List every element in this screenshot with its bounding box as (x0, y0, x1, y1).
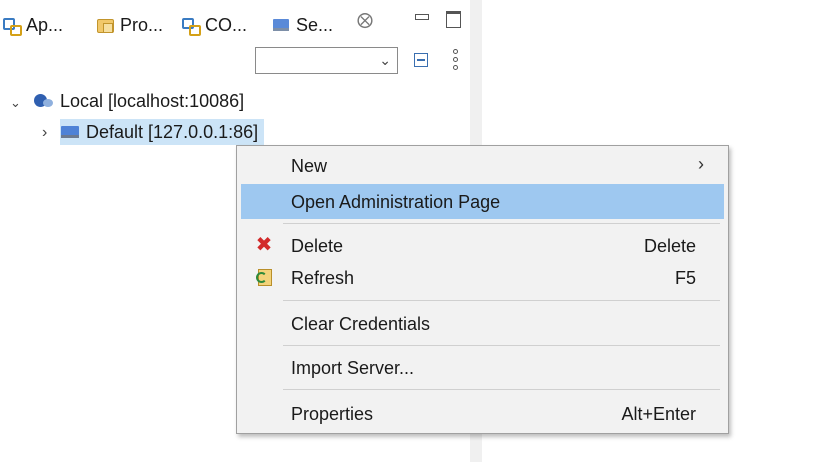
tree-item-label: Local [localhost:10086] (60, 90, 245, 111)
context-menu: New › Open Administration Page ✖ Delete … (236, 145, 729, 434)
menu-item-accelerator: Delete (643, 236, 696, 256)
menu-item-new[interactable]: New › (241, 148, 724, 183)
chevron-right-icon: › (698, 154, 704, 174)
tree-item-label: Default [127.0.0.1:86] (86, 121, 259, 142)
refresh-icon (255, 268, 273, 286)
menu-item-properties[interactable]: Properties Alt+Enter (241, 396, 724, 431)
close-icon[interactable]: ⨂ (357, 10, 373, 30)
menu-separator (283, 223, 720, 224)
menu-item-label: Open Administration Page (291, 192, 501, 212)
tab-label: Pro... (120, 14, 164, 35)
menu-item-refresh[interactable]: Refresh F5 (241, 260, 724, 295)
menu-item-label: Refresh (291, 268, 355, 288)
menu-separator (283, 345, 720, 346)
delete-icon: ✖ (255, 234, 273, 256)
chevron-down-icon[interactable]: ⌄ (379, 52, 391, 69)
menu-item-delete[interactable]: ✖ Delete Delete (241, 228, 724, 263)
co-icon (181, 16, 201, 36)
tab-label: CO... (205, 14, 248, 35)
project-icon (96, 16, 114, 34)
tree-item-default[interactable]: Default [127.0.0.1:86] (60, 119, 265, 145)
tab-label: Se... (296, 14, 334, 35)
server-icon (60, 124, 80, 140)
menu-item-accelerator: F5 (674, 268, 696, 288)
menu-item-import-server[interactable]: Import Server... (241, 350, 724, 385)
tab-label: Ap... (26, 14, 64, 35)
servers-icon (272, 16, 290, 34)
tab-co[interactable]: CO... (181, 8, 247, 42)
view-menu-icon[interactable] (452, 49, 460, 71)
tree-item-local[interactable]: Local [localhost:10086] (34, 88, 244, 114)
menu-separator (283, 389, 720, 390)
menu-item-accelerator: Alt+Enter (621, 404, 696, 424)
menu-item-label: Properties (291, 404, 374, 424)
minimize-icon[interactable] (413, 10, 429, 26)
filter-combo[interactable]: ⌄ (255, 47, 398, 74)
app-icon (2, 16, 22, 36)
menu-item-label: New (291, 156, 328, 176)
chevron-down-icon[interactable]: ⌄ (10, 95, 21, 111)
menu-item-open-administration-page[interactable]: Open Administration Page (241, 184, 724, 219)
menu-item-label: Import Server... (291, 358, 415, 378)
menu-separator (283, 300, 720, 301)
menu-item-clear-credentials[interactable]: Clear Credentials (241, 306, 724, 341)
tab-projects[interactable]: Pro... (96, 8, 163, 42)
collapse-all-icon[interactable] (414, 53, 428, 67)
chevron-right-icon[interactable]: › (42, 124, 47, 142)
maximize-icon[interactable] (445, 10, 461, 28)
tab-applications[interactable]: Ap... (2, 8, 63, 42)
menu-item-label: Clear Credentials (291, 314, 431, 334)
tab-servers[interactable]: Se... (272, 8, 334, 42)
menu-item-label: Delete (291, 236, 344, 256)
elasticsearch-icon (34, 93, 54, 109)
